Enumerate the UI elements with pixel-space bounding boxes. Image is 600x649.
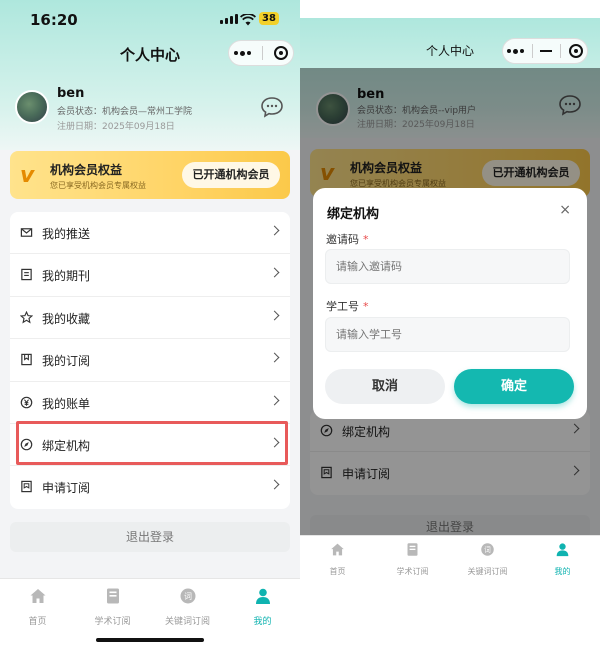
tab-label: 关键词订阅 bbox=[467, 567, 508, 576]
bind-institution-screen: 个人中心 ben 会员状态：机构会员--vip用户 注册日期：2025年09月1… bbox=[300, 18, 600, 580]
star-icon bbox=[20, 310, 33, 324]
svg-text:词: 词 bbox=[484, 546, 491, 554]
vip-status-button[interactable]: 已开通机构会员 bbox=[182, 162, 280, 188]
menu-item-subscriptions[interactable]: 我的订阅 bbox=[10, 339, 290, 382]
compass-icon bbox=[20, 438, 33, 451]
tab-label: 首页 bbox=[28, 617, 47, 627]
cellular-signal-icon bbox=[220, 14, 238, 24]
menu-label: 我的账单 bbox=[42, 396, 91, 411]
required-mark: * bbox=[363, 300, 369, 313]
menu-label: 我的订阅 bbox=[42, 354, 91, 369]
menu-label: 申请订阅 bbox=[42, 481, 91, 496]
menu-item-favorites[interactable]: 我的收藏 bbox=[10, 297, 290, 340]
close-icon[interactable]: × bbox=[559, 202, 571, 218]
cancel-button[interactable]: 取消 bbox=[325, 369, 445, 404]
document-icon bbox=[106, 588, 119, 604]
close-miniprogram-icon[interactable] bbox=[569, 44, 584, 58]
chevron-right-icon bbox=[269, 267, 280, 278]
user-name: ben bbox=[57, 86, 85, 101]
dialog-title: 绑定机构 bbox=[327, 207, 380, 222]
tab-label: 学术订阅 bbox=[396, 567, 429, 576]
menu-label: 我的收藏 bbox=[42, 311, 91, 326]
message-icon[interactable] bbox=[260, 96, 284, 122]
register-date: 注册日期：2025年09月18日 bbox=[57, 122, 175, 132]
chevron-right-icon bbox=[269, 479, 280, 490]
miniprogram-capsule[interactable] bbox=[228, 40, 294, 66]
apply-icon bbox=[21, 481, 32, 493]
vip-title: 机构会员权益 bbox=[50, 163, 123, 177]
invite-code-input[interactable] bbox=[325, 249, 570, 284]
main-screen: 16:20 38 个人中心 ben 会员状态：机构会员—常州工学院 注册日期：2… bbox=[0, 0, 300, 649]
tab-label: 我的 bbox=[554, 567, 571, 576]
menu-item-apply-subscription[interactable]: 申请订阅 bbox=[10, 466, 290, 508]
menu-label: 绑定机构 bbox=[42, 438, 91, 453]
home-icon bbox=[331, 543, 344, 556]
status-bar: 16:20 38 bbox=[0, 0, 300, 40]
bind-institution-dialog: 绑定机构 × 邀请码 * 学工号 * 取消 确定 bbox=[313, 188, 587, 419]
invite-code-label-text: 邀请码 bbox=[326, 233, 359, 246]
chevron-right-icon bbox=[269, 225, 280, 236]
student-id-input[interactable] bbox=[325, 317, 570, 352]
vip-logo: v bbox=[20, 163, 35, 188]
tab-label: 学术订阅 bbox=[94, 617, 131, 627]
menu-item-bind-institution[interactable]: 绑定机构 bbox=[10, 424, 290, 467]
document-icon bbox=[407, 543, 418, 556]
miniprogram-capsule[interactable] bbox=[502, 38, 588, 64]
svg-text:词: 词 bbox=[184, 592, 192, 601]
required-mark: * bbox=[363, 233, 369, 246]
avatar[interactable] bbox=[15, 90, 49, 124]
student-id-label-text: 学工号 bbox=[326, 300, 359, 313]
tab-mine[interactable]: 我的 bbox=[525, 536, 600, 580]
chevron-right-icon bbox=[269, 310, 280, 321]
menu-label: 我的推送 bbox=[42, 227, 91, 241]
menu-item-push[interactable]: 我的推送 bbox=[10, 212, 290, 255]
tab-mine[interactable]: 我的 bbox=[225, 579, 300, 649]
tab-home[interactable]: 首页 bbox=[0, 579, 75, 649]
vip-subtitle: 您已享受机构会员专属权益 bbox=[50, 181, 146, 190]
logout-button[interactable]: 退出登录 bbox=[10, 522, 290, 552]
bookmark-icon bbox=[21, 353, 32, 366]
chevron-right-icon bbox=[269, 437, 280, 448]
chevron-right-icon bbox=[269, 352, 280, 363]
yuan-icon bbox=[20, 396, 33, 408]
more-icon[interactable] bbox=[234, 50, 252, 56]
invite-code-label: 邀请码 * bbox=[326, 231, 369, 247]
user-icon bbox=[255, 588, 270, 604]
tab-label: 关键词订阅 bbox=[164, 617, 210, 627]
home-icon bbox=[30, 589, 45, 603]
home-indicator bbox=[96, 638, 204, 642]
profile-menu: 我的推送 我的期刊 我的收藏 我的订阅 我的账单 绑定机构 申请订阅 bbox=[10, 212, 290, 509]
close-miniprogram-icon[interactable] bbox=[273, 46, 288, 60]
confirm-button[interactable]: 确定 bbox=[454, 369, 574, 404]
battery-icon: 38 bbox=[259, 12, 279, 25]
vip-card: v 机构会员权益 您已享受机构会员专属权益 已开通机构会员 bbox=[10, 151, 290, 199]
capsule-divider bbox=[560, 44, 562, 58]
tab-keyword-subscription[interactable]: 词 关键词订阅 bbox=[450, 536, 525, 580]
user-icon bbox=[556, 543, 569, 557]
tab-label: 首页 bbox=[329, 567, 346, 576]
book-icon bbox=[21, 269, 32, 281]
keyword-icon: 词 bbox=[481, 543, 494, 556]
mail-icon bbox=[20, 228, 33, 237]
capsule-divider bbox=[261, 46, 263, 60]
tab-label: 我的 bbox=[253, 617, 272, 627]
minimize-icon[interactable] bbox=[540, 50, 553, 52]
capsule-divider bbox=[531, 44, 533, 58]
tab-academic-subscription[interactable]: 学术订阅 bbox=[375, 536, 450, 580]
wifi-icon bbox=[239, 11, 257, 30]
tab-home[interactable]: 首页 bbox=[300, 536, 375, 580]
more-icon[interactable] bbox=[506, 48, 524, 54]
student-id-label: 学工号 * bbox=[326, 298, 369, 314]
member-status: 会员状态：机构会员—常州工学院 bbox=[57, 107, 193, 117]
keyword-icon: 词 bbox=[180, 588, 195, 604]
menu-item-bills[interactable]: 我的账单 bbox=[10, 382, 290, 424]
tab-bar: 首页 学术订阅 词 关键词订阅 我的 bbox=[300, 535, 600, 580]
menu-label: 我的期刊 bbox=[42, 269, 91, 284]
chevron-right-icon bbox=[269, 395, 280, 406]
menu-item-journals[interactable]: 我的期刊 bbox=[10, 254, 290, 297]
status-time: 16:20 bbox=[30, 11, 78, 29]
